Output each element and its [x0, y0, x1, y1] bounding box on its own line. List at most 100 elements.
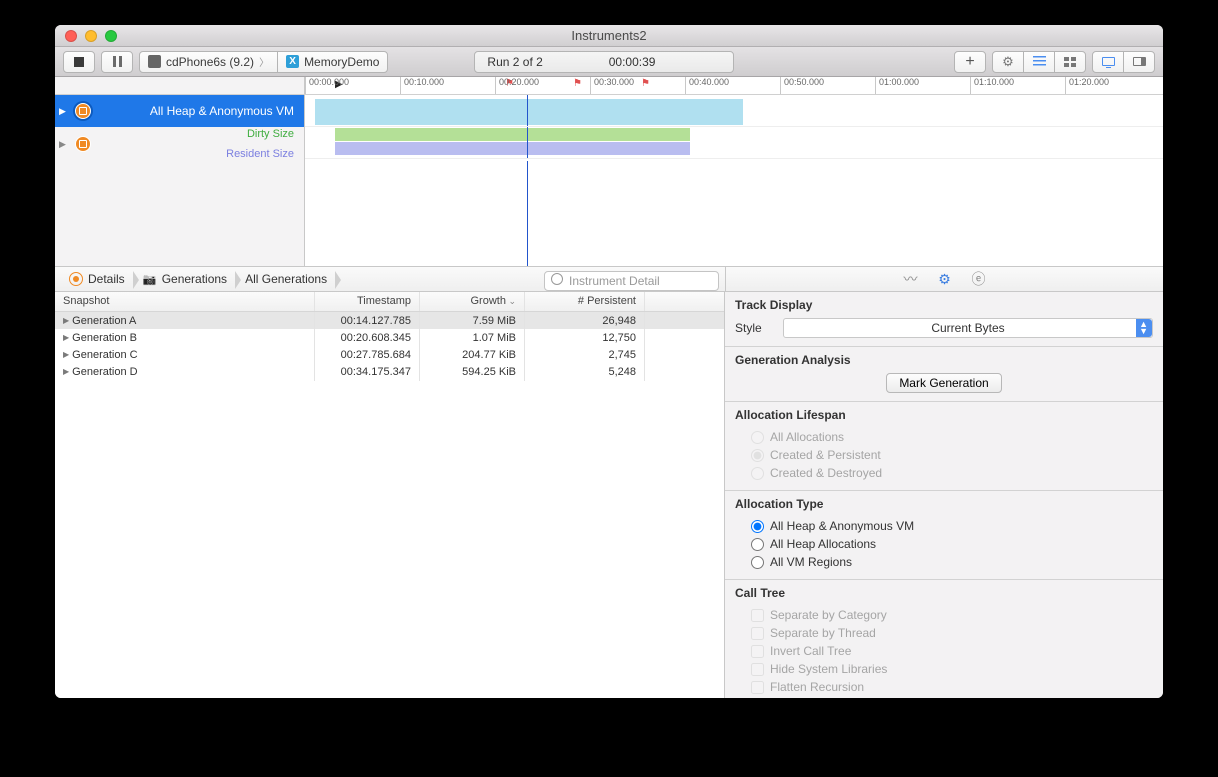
cell-timestamp: 00:34.175.347 [315, 363, 420, 381]
breadcrumb-generations[interactable]: Generations [135, 267, 235, 291]
inspector-panel: Track Display Style Current Bytes ▲▼ Gen… [725, 292, 1163, 698]
cell-persistent: 26,948 [525, 312, 645, 330]
disclosure-triangle-icon[interactable]: ▶ [63, 350, 69, 359]
track-graph[interactable] [305, 95, 1163, 127]
flag-icon[interactable]: ⚑ [641, 78, 650, 89]
target-label: MemoryDemo [304, 55, 379, 69]
track-allocations[interactable]: ▶ All Heap & Anonymous VM [55, 95, 1163, 127]
check-flatten-recursion: Flatten Recursion [735, 678, 1153, 696]
breadcrumb-label: All Generations [245, 272, 327, 286]
table-row[interactable]: ▶Generation C00:27.785.684204.77 KiB2,74… [55, 346, 724, 363]
ruler-gutter [55, 77, 305, 94]
ruler-tick: 00:30.000 [590, 77, 634, 94]
panel-toggle-group [1092, 51, 1155, 73]
cell-timestamp: 00:27.785.684 [315, 346, 420, 364]
section-title: Generation Analysis [735, 353, 1153, 367]
section-title: Call Tree [735, 586, 1153, 600]
run-label: Run 2 of 2 [487, 55, 542, 69]
extended-detail-tab[interactable]: ⓔ [971, 271, 987, 287]
device-selector[interactable]: cdPhone6s (9.2) 〉 [139, 51, 278, 73]
ruler-tick: 01:00.000 [875, 77, 919, 94]
generation-name: Generation B [72, 332, 137, 344]
breadcrumb-all-generations[interactable]: All Generations [237, 267, 335, 291]
radio-heap-allocations[interactable]: All Heap Allocations [735, 535, 1153, 553]
resident-size-bar [335, 142, 690, 155]
table-row[interactable]: ▶Generation B00:20.608.3451.07 MiB12,750 [55, 329, 724, 346]
run-info-tab[interactable]: 〰 [903, 271, 919, 287]
cell-persistent: 2,745 [525, 346, 645, 364]
display-settings-tab[interactable]: ⚙ [937, 271, 953, 287]
col-growth[interactable]: Growth [420, 292, 525, 311]
titlebar: Instruments2 [55, 25, 1163, 47]
elapsed-time: 00:00:39 [609, 55, 656, 69]
cell-growth: 594.25 KiB [420, 363, 525, 381]
detail-filter-input[interactable]: Instrument Detail [544, 271, 719, 291]
col-persistent[interactable]: # Persistent [525, 292, 645, 311]
check-separate-category: Separate by Category [735, 606, 1153, 624]
add-instrument-button[interactable] [954, 51, 986, 73]
app-icon: X [286, 55, 299, 68]
disclosure-triangle-icon[interactable]: ▶ [63, 316, 69, 325]
device-label: cdPhone6s (9.2) [166, 55, 254, 69]
chevron-right-icon: 〉 [259, 54, 269, 69]
time-ruler[interactable]: ▶ ⚑ ⚑ ⚑ 00:00.00000:10.00000:20.00000:30… [305, 77, 1163, 94]
cell-timestamp: 00:20.608.345 [315, 329, 420, 347]
list-view-button[interactable] [1023, 51, 1055, 73]
dirty-size-bar [335, 128, 690, 141]
col-snapshot[interactable]: Snapshot [55, 292, 315, 311]
breadcrumb-details[interactable]: Details [61, 267, 133, 291]
ruler-tick: 01:20.000 [1065, 77, 1109, 94]
inspection-head[interactable] [527, 127, 528, 158]
target-selector[interactable]: X MemoryDemo [277, 51, 388, 73]
run-status-display[interactable]: Run 2 of 2 00:00:39 [474, 51, 734, 73]
view-mode-group [992, 51, 1086, 73]
disclosure-triangle-icon[interactable]: ▶ [59, 139, 66, 150]
disclosure-triangle-icon[interactable]: ▶ [63, 333, 69, 342]
detail-panel-toggle[interactable] [1092, 51, 1124, 73]
breadcrumb-label: Generations [162, 272, 227, 286]
style-select[interactable]: Current Bytes ▲▼ [783, 318, 1153, 338]
flag-icon[interactable]: ⚑ [573, 78, 582, 89]
scope-icon [551, 273, 563, 288]
check-separate-thread: Separate by Thread [735, 624, 1153, 642]
table-row[interactable]: ▶Generation D00:34.175.347594.25 KiB5,24… [55, 363, 724, 380]
generations-table: Snapshot Timestamp Growth # Persistent ▶… [55, 292, 725, 698]
inspector-tab-bar: 〰 ⚙ ⓔ [725, 267, 1163, 291]
grid-view-button[interactable] [1054, 51, 1086, 73]
allocations-icon [75, 103, 91, 119]
inspection-head[interactable] [527, 161, 528, 266]
section-track-display: Track Display Style Current Bytes ▲▼ [725, 292, 1163, 347]
stop-icon [74, 57, 84, 67]
style-value: Current Bytes [931, 321, 1004, 335]
disclosure-triangle-icon[interactable]: ▶ [59, 106, 66, 117]
col-timestamp[interactable]: Timestamp [315, 292, 420, 311]
track-vm[interactable]: ▶ Dirty Size Resident Size [55, 127, 1163, 161]
style-label: Style [735, 321, 775, 335]
disclosure-triangle-icon[interactable]: ▶ [63, 367, 69, 376]
table-body: ▶Generation A00:14.127.7857.59 MiB26,948… [55, 312, 724, 698]
gear-icon [1001, 55, 1015, 69]
radio-created-persistent: Created & Persistent [735, 446, 1153, 464]
cell-growth: 7.59 MiB [420, 312, 525, 330]
radio-vm-regions[interactable]: All VM Regions [735, 553, 1153, 571]
section-call-tree: Call Tree Separate by Category Separate … [725, 580, 1163, 698]
inspector-panel-toggle[interactable] [1123, 51, 1155, 73]
strategy-view-button[interactable] [992, 51, 1024, 73]
chevron-updown-icon: ▲▼ [1139, 321, 1148, 335]
mark-generation-button[interactable]: Mark Generation [886, 373, 1001, 393]
table-row[interactable]: ▶Generation A00:14.127.7857.59 MiB26,948 [55, 312, 724, 329]
section-title: Allocation Type [735, 497, 1153, 511]
app-window: Instruments2 cdPhone6s (9.2) 〉 X MemoryD… [55, 25, 1163, 698]
allocations-bar [315, 99, 743, 125]
track-graph[interactable] [305, 127, 1163, 159]
inspection-head[interactable] [527, 95, 528, 126]
section-allocation-type: Allocation Type All Heap & Anonymous VM … [725, 491, 1163, 580]
track-label: All Heap & Anonymous VM [150, 104, 294, 118]
radio-heap-anon-vm[interactable]: All Heap & Anonymous VM [735, 517, 1153, 535]
generation-name: Generation C [72, 349, 137, 361]
record-button[interactable] [63, 51, 95, 73]
cell-persistent: 5,248 [525, 363, 645, 381]
pause-button[interactable] [101, 51, 133, 73]
ruler-tick: 00:40.000 [685, 77, 729, 94]
section-title: Track Display [735, 298, 1153, 312]
